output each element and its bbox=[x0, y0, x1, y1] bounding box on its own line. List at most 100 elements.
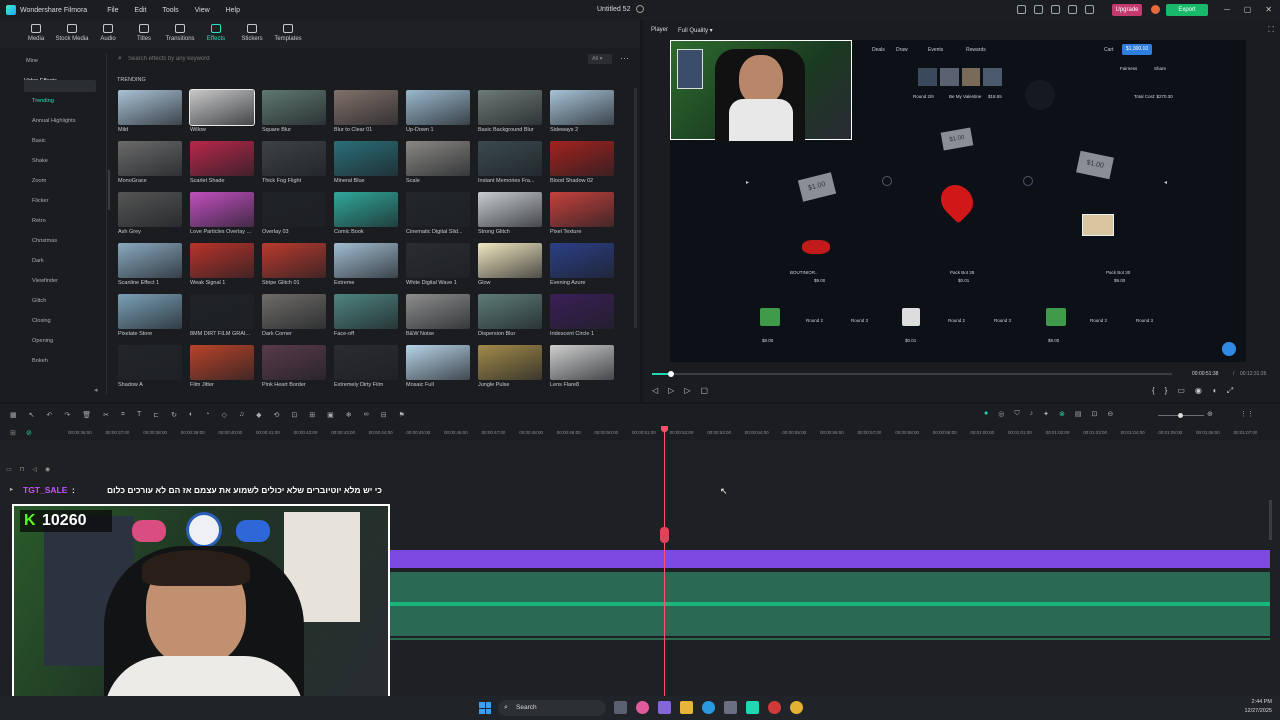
collapse-icon[interactable]: ◂ bbox=[94, 386, 98, 394]
detach-icon[interactable]: ⊟ bbox=[381, 411, 387, 419]
effect-thumbnail[interactable] bbox=[478, 141, 542, 176]
rotate-icon[interactable]: ↻ bbox=[171, 411, 177, 419]
settings-icon[interactable]: ⋮⋮ bbox=[1240, 410, 1254, 418]
effect-thumbnail[interactable] bbox=[118, 243, 182, 278]
effect-thumbnail[interactable] bbox=[190, 345, 254, 380]
effect-thumbnail[interactable] bbox=[406, 141, 470, 176]
fit-icon[interactable]: ⊡ bbox=[1091, 410, 1097, 418]
sidebar-item-mine[interactable]: Mine bbox=[26, 58, 38, 64]
effect-thumbnail[interactable] bbox=[262, 141, 326, 176]
tab-transitions[interactable]: Transitions bbox=[162, 20, 198, 48]
effect-thumbnail[interactable] bbox=[334, 294, 398, 329]
nav-draw[interactable]: Draw bbox=[896, 47, 908, 53]
motion-icon[interactable]: ⟲ bbox=[274, 411, 280, 419]
copilot-icon[interactable] bbox=[636, 701, 649, 714]
sidebar-scrollbar[interactable] bbox=[108, 170, 110, 210]
link-icon[interactable]: ∞ bbox=[364, 411, 369, 419]
chat-bubble-icon[interactable] bbox=[1222, 342, 1236, 356]
undo-icon[interactable]: ↶ bbox=[47, 411, 53, 419]
delete-icon[interactable]: 🗑 bbox=[82, 411, 91, 419]
fullscreen-icon[interactable]: ⤢ bbox=[1227, 386, 1233, 396]
tab-titles[interactable]: Titles bbox=[126, 20, 162, 48]
effect-thumbnail[interactable] bbox=[406, 345, 470, 380]
eye-icon[interactable]: ◉ bbox=[45, 466, 50, 473]
video-preview[interactable]: Deals Draw Events Rewards Cart $1,300.10… bbox=[670, 40, 1246, 362]
grid-scrollbar[interactable] bbox=[634, 88, 637, 328]
effect-thumbnail[interactable] bbox=[190, 243, 254, 278]
effect-thumbnail[interactable] bbox=[406, 192, 470, 227]
edge-icon[interactable] bbox=[702, 701, 715, 714]
effect-thumbnail[interactable] bbox=[478, 243, 542, 278]
speed-icon[interactable]: ◔ bbox=[205, 411, 209, 419]
effect-thumbnail[interactable] bbox=[334, 192, 398, 227]
effect-thumbnail[interactable] bbox=[118, 294, 182, 329]
keyframe-icon[interactable]: ◆ bbox=[256, 411, 261, 419]
mask-icon[interactable]: ◇ bbox=[221, 411, 226, 419]
chrome-icon[interactable] bbox=[790, 701, 803, 714]
chroma-icon[interactable]: ⊞ bbox=[309, 411, 315, 419]
minimize-icon[interactable]: ─ bbox=[1224, 5, 1230, 14]
menu-view[interactable]: View bbox=[195, 7, 210, 14]
filter-select[interactable]: All ▾ bbox=[588, 54, 612, 64]
render-icon[interactable]: ● bbox=[984, 410, 988, 418]
export-button[interactable]: Export bbox=[1166, 4, 1208, 16]
zoom-slider[interactable] bbox=[1158, 413, 1204, 418]
file-explorer-icon[interactable] bbox=[680, 701, 693, 714]
effect-thumbnail[interactable] bbox=[189, 89, 255, 126]
effect-thumbnail[interactable] bbox=[334, 141, 398, 176]
zoom-in-icon[interactable]: ⊕ bbox=[1207, 410, 1213, 418]
sidebar-item-basic[interactable]: Basic bbox=[32, 138, 46, 144]
effect-thumbnail[interactable] bbox=[262, 90, 326, 125]
audio-track-icon[interactable]: ◁ bbox=[32, 466, 37, 473]
effect-thumbnail[interactable] bbox=[262, 192, 326, 227]
green-screen-icon[interactable]: ▣ bbox=[327, 411, 334, 419]
next-frame-icon[interactable]: ▷ bbox=[684, 386, 690, 395]
fairness-link[interactable]: Fairness bbox=[1120, 66, 1137, 71]
sidebar-item-christmas[interactable]: Christmas bbox=[32, 238, 57, 244]
effect-thumbnail[interactable] bbox=[478, 90, 542, 125]
display-icon[interactable]: ▭ bbox=[1177, 386, 1185, 396]
freeze-icon[interactable]: ❄ bbox=[346, 411, 352, 419]
stabilize-icon[interactable]: ⊡ bbox=[291, 411, 297, 419]
tab-stock-media[interactable]: Stock Media bbox=[54, 20, 90, 48]
sidebar-item-bokeh[interactable]: Bokeh bbox=[32, 358, 48, 364]
close-icon[interactable]: ✕ bbox=[1265, 5, 1272, 14]
cart-label[interactable]: Cart bbox=[1104, 47, 1113, 53]
color-icon[interactable]: ◐ bbox=[189, 411, 193, 419]
tab-media[interactable]: Media bbox=[18, 20, 54, 48]
layout-icon[interactable] bbox=[1017, 5, 1026, 14]
sidebar-item-trending[interactable]: Trending bbox=[32, 98, 54, 104]
effect-thumbnail[interactable] bbox=[190, 141, 254, 176]
task-view-icon[interactable] bbox=[614, 701, 627, 714]
nav-rewards[interactable]: Rewards bbox=[966, 47, 986, 53]
effect-thumbnail[interactable] bbox=[262, 345, 326, 380]
effect-thumbnail[interactable] bbox=[478, 192, 542, 227]
effect-thumbnail[interactable] bbox=[406, 90, 470, 125]
mark-out-icon[interactable]: } bbox=[1165, 386, 1168, 396]
zoom-handle[interactable] bbox=[1178, 413, 1183, 418]
effect-thumbnail[interactable] bbox=[190, 192, 254, 227]
store-icon[interactable] bbox=[724, 701, 737, 714]
tab-audio[interactable]: Audio bbox=[90, 20, 126, 48]
cloud-icon[interactable] bbox=[1051, 5, 1060, 14]
maximize-icon[interactable]: ▢ bbox=[1244, 5, 1252, 14]
sidebar-item-shake[interactable]: Shake bbox=[32, 158, 48, 164]
redo-icon[interactable]: ↷ bbox=[64, 411, 70, 419]
effect-thumbnail[interactable] bbox=[550, 141, 614, 176]
marker-pin[interactable] bbox=[660, 527, 669, 543]
snapshot-icon[interactable]: ⛶ bbox=[1268, 25, 1274, 35]
volume-icon[interactable]: ◖ bbox=[1212, 386, 1217, 396]
effect-thumbnail[interactable] bbox=[550, 192, 614, 227]
sidebar-item-annual-highlights[interactable]: Annual Highlights bbox=[32, 118, 76, 124]
sidebar-item-dark[interactable]: Dark bbox=[32, 258, 44, 264]
effect-thumbnail[interactable] bbox=[478, 294, 542, 329]
search-input[interactable] bbox=[128, 53, 528, 65]
split-icon[interactable]: ⊏ bbox=[153, 411, 159, 419]
video-clip-track-1[interactable] bbox=[390, 572, 1270, 602]
ai-icon[interactable]: ✦ bbox=[1043, 410, 1049, 418]
layout-grid-icon[interactable]: ▦ bbox=[10, 411, 17, 419]
avatar[interactable] bbox=[1151, 5, 1160, 14]
text-tool-icon[interactable]: T bbox=[137, 411, 141, 419]
select-icon[interactable]: ↖ bbox=[29, 411, 35, 419]
shield-icon[interactable]: ⛉ bbox=[1014, 410, 1019, 418]
